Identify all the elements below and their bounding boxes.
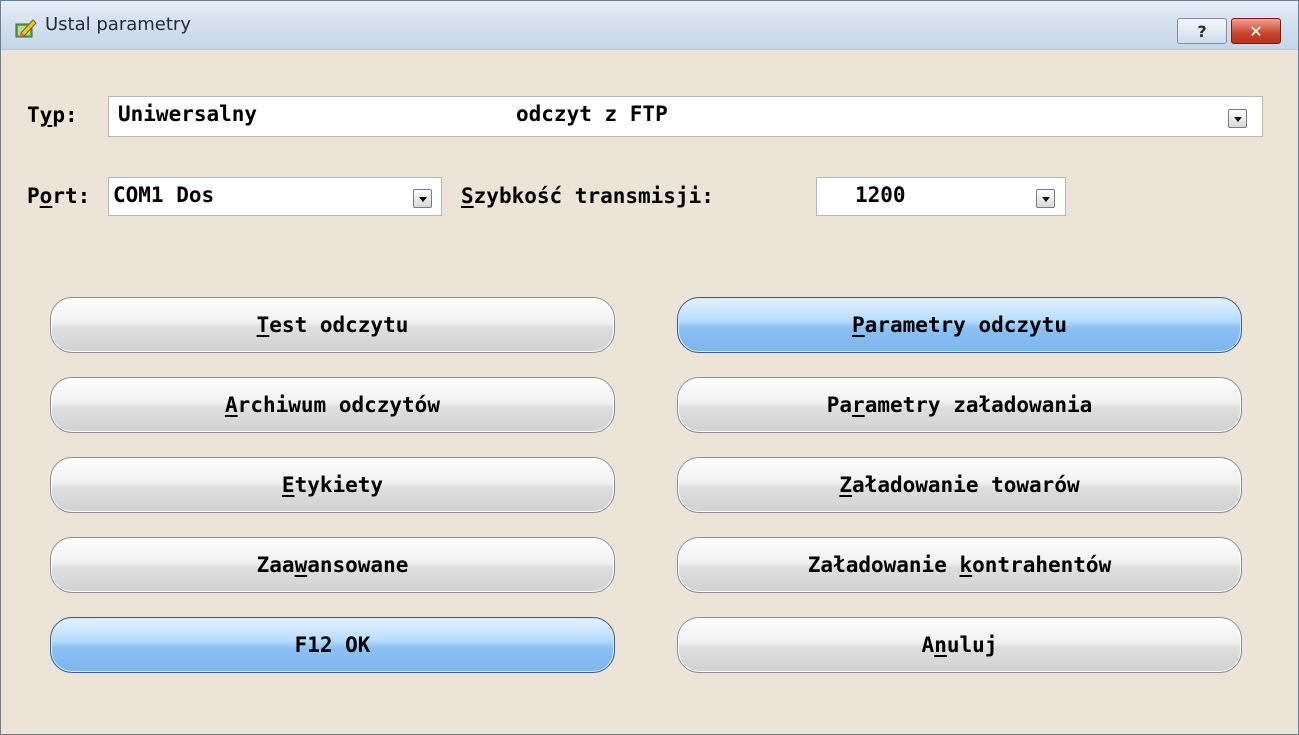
window-title: Ustal parametry <box>45 14 191 35</box>
test-read-button[interactable]: Test odczytu <box>50 297 615 353</box>
speed-select[interactable]: 1200 <box>816 177 1066 216</box>
typ-value-right: odczyt z FTP <box>516 102 668 126</box>
load-params-button[interactable]: Pa r ametry załadowania <box>677 377 1242 433</box>
help-button[interactable]: ? <box>1177 18 1227 44</box>
chevron-down-icon[interactable] <box>1228 109 1247 128</box>
close-button[interactable]: ✕ <box>1231 18 1281 44</box>
read-archive-button[interactable]: Archiwum odczytów <box>50 377 615 433</box>
chevron-down-icon[interactable] <box>413 189 432 208</box>
title-bar: Ustal parametry ? ✕ <box>1 1 1298 50</box>
advanced-button[interactable]: Zaa w ansowane <box>50 537 615 593</box>
port-select[interactable]: COM1 Dos <box>108 177 442 216</box>
load-goods-button[interactable]: Załadowanie towarów <box>677 457 1242 513</box>
speed-value: 1200 <box>855 183 906 207</box>
pencil-ruler-icon <box>15 19 37 38</box>
speed-label: Szybkość transmisji: <box>461 184 714 208</box>
port-label: Port: <box>27 184 91 208</box>
chevron-down-icon[interactable] <box>1036 189 1055 208</box>
port-value: COM1 Dos <box>113 183 215 207</box>
dialog-window: Ustal parametry ? ✕ Typ: Uniwersalny odc… <box>0 0 1299 735</box>
cancel-button[interactable]: An uluj <box>677 617 1242 673</box>
typ-select[interactable]: Uniwersalny odczyt z FTP <box>108 96 1263 137</box>
ok-button[interactable]: F12 OK <box>50 617 615 673</box>
labels-button[interactable]: Etykiety <box>50 457 615 513</box>
load-contractors-button[interactable]: Załadowanie k ontrahentów <box>677 537 1242 593</box>
typ-label: Typ: <box>27 103 78 127</box>
read-params-button[interactable]: Parametry odczytu <box>677 297 1242 353</box>
typ-value-left: Uniwersalny <box>118 102 258 126</box>
